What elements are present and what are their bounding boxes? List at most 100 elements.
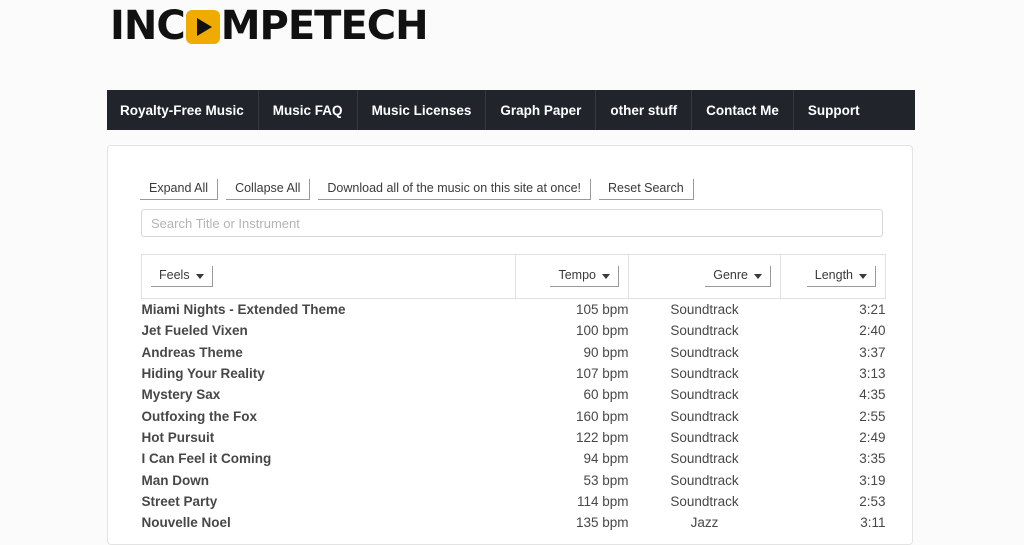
nav-item-support[interactable]: Support	[794, 90, 874, 130]
track-title[interactable]: Street Party	[142, 491, 516, 512]
track-tempo: 107 bpm	[575, 366, 629, 382]
track-genre: Jazz	[690, 515, 719, 531]
logo-text-after: MPETECH	[220, 3, 429, 49]
track-length: 3:11	[860, 515, 886, 531]
column-header-tempo: Tempo	[515, 254, 629, 299]
collapse-all-button[interactable]: Collapse All	[226, 179, 311, 200]
table-row[interactable]: Miami Nights - Extended Theme 105 bpm Soun…	[142, 299, 886, 321]
table-row[interactable]: Street Party 114 bpm Soundtrack 2:53	[142, 491, 886, 512]
genre-filter-label: Genre	[713, 268, 748, 282]
logo-text-before: INC	[110, 3, 186, 49]
table-row[interactable]: I Can Feel it Coming 94 bpm Soundtrack 3:35	[142, 448, 886, 469]
table-header: Feels Tempo Genre Length	[141, 254, 886, 299]
track-length: 2:40	[859, 323, 886, 339]
download-all-button[interactable]: Download all of the music on this site a…	[318, 179, 592, 200]
track-tempo: 90 bpm	[583, 344, 629, 360]
content-panel: Expand All Collapse All Download all of …	[107, 145, 913, 545]
nav-label: Graph Paper	[500, 102, 582, 118]
track-length: 3:37	[859, 344, 886, 360]
length-filter-label: Length	[814, 268, 853, 282]
length-filter-dropdown[interactable]: Length	[806, 266, 876, 287]
track-title[interactable]: Nouvelle Noel	[142, 512, 516, 533]
track-title[interactable]: Mystery Sax	[142, 384, 516, 405]
toolbar: Expand All Collapse All Download all of …	[140, 179, 694, 200]
table-row[interactable]: Jet Fueled Vixen 100 bpm Soundtrack 2:40	[142, 320, 886, 341]
track-genre: Soundtrack	[670, 429, 739, 445]
track-title[interactable]: Andreas Theme	[142, 342, 516, 363]
chevron-down-icon	[754, 274, 762, 279]
track-genre: Soundtrack	[670, 302, 739, 318]
feels-filter-dropdown[interactable]: Feels	[151, 266, 213, 287]
nav-label: Music Licenses	[371, 102, 472, 118]
nav-label: Royalty-Free Music	[120, 102, 244, 118]
nav-item-contact-me[interactable]: Contact Me	[692, 90, 794, 130]
track-genre: Soundtrack	[670, 472, 739, 488]
track-tempo: 160 bpm	[575, 408, 629, 424]
column-header-genre: Genre	[628, 254, 781, 299]
track-length: 4:35	[859, 387, 886, 403]
table-header-row: Feels Tempo Genre Length	[141, 254, 886, 299]
track-title[interactable]: Hot Pursuit	[142, 427, 516, 448]
nav-item-music-faq[interactable]: Music FAQ	[259, 90, 358, 130]
nav-label: Support	[807, 102, 860, 118]
chevron-down-icon	[602, 274, 610, 279]
track-length: 3:19	[859, 472, 886, 488]
expand-all-button[interactable]: Expand All	[140, 179, 219, 200]
tempo-filter-dropdown[interactable]: Tempo	[550, 266, 619, 287]
table-row[interactable]: Mystery Sax 60 bpm Soundtrack 4:35	[142, 384, 886, 405]
track-length: 3:35	[859, 451, 886, 467]
table-row[interactable]: Andreas Theme 90 bpm Soundtrack 3:37	[142, 342, 886, 363]
track-tempo: 100 bpm	[575, 323, 629, 339]
nav-item-other-stuff[interactable]: other stuff	[596, 90, 693, 130]
logo-text: INC MPETECH	[110, 3, 429, 49]
track-genre: Soundtrack	[670, 323, 739, 339]
feels-filter-label: Feels	[159, 268, 190, 282]
music-table: Feels Tempo Genre Length Miami Nights - …	[141, 254, 886, 533]
nav-item-graph-paper[interactable]: Graph Paper	[486, 90, 597, 130]
table-body: Miami Nights - Extended Theme 105 bpm Soun…	[142, 299, 886, 534]
chevron-down-icon	[195, 274, 204, 279]
table-row[interactable]: Outfoxing the Fox 160 bpm Soundtrack 2:55	[142, 405, 886, 426]
track-genre: Soundtrack	[670, 387, 739, 403]
table-row[interactable]: Hot Pursuit 122 bpm Soundtrack 2:49	[142, 427, 886, 448]
nav-item-royalty-free-music[interactable]: Royalty-Free Music	[107, 90, 259, 130]
nav-item-music-licenses[interactable]: Music Licenses	[358, 90, 487, 130]
nav-label: Contact Me	[706, 102, 779, 118]
tempo-filter-label: Tempo	[558, 268, 596, 282]
track-title[interactable]: Jet Fueled Vixen	[142, 320, 516, 341]
nav-label: other stuff	[610, 102, 678, 118]
track-length: 2:49	[859, 429, 886, 445]
track-tempo: 122 bpm	[575, 429, 629, 445]
track-length: 2:55	[859, 408, 886, 424]
column-header-length: Length	[780, 254, 886, 299]
chevron-down-icon	[859, 274, 867, 279]
track-tempo: 114 bpm	[576, 493, 629, 509]
track-genre: Soundtrack	[670, 408, 739, 424]
track-genre: Soundtrack	[670, 493, 739, 509]
search-input[interactable]	[141, 209, 883, 237]
track-tempo: 53 bpm	[583, 472, 629, 488]
track-length: 2:53	[859, 493, 886, 509]
track-tempo: 135 bpm	[575, 515, 629, 531]
nav-label: Music FAQ	[272, 102, 343, 118]
table-row[interactable]: Nouvelle Noel 135 bpm Jazz 3:11	[142, 512, 886, 533]
table-row[interactable]: Hiding Your Reality 107 bpm Soundtrack 3:13	[142, 363, 886, 384]
track-tempo: 94 bpm	[583, 451, 629, 467]
table-row[interactable]: Man Down 53 bpm Soundtrack 3:19	[142, 469, 886, 490]
column-header-feels: Feels	[141, 254, 516, 299]
main-navigation: Royalty-Free Music Music FAQ Music Licen…	[107, 90, 915, 130]
track-tempo: 60 bpm	[583, 387, 629, 403]
track-genre: Soundtrack	[670, 451, 739, 467]
track-title[interactable]: Miami Nights - Extended Theme	[142, 299, 516, 321]
track-genre: Soundtrack	[670, 366, 739, 382]
track-genre: Soundtrack	[670, 344, 739, 360]
genre-filter-dropdown[interactable]: Genre	[705, 266, 771, 287]
track-title[interactable]: Man Down	[142, 469, 516, 490]
track-title[interactable]: Hiding Your Reality	[142, 363, 516, 384]
site-logo[interactable]: INC MPETECH	[110, 0, 429, 52]
track-length: 3:21	[859, 302, 886, 318]
track-tempo: 105 bpm	[575, 302, 629, 318]
reset-search-button[interactable]: Reset Search	[599, 179, 694, 200]
track-title[interactable]: I Can Feel it Coming	[142, 448, 516, 469]
track-title[interactable]: Outfoxing the Fox	[142, 405, 516, 426]
